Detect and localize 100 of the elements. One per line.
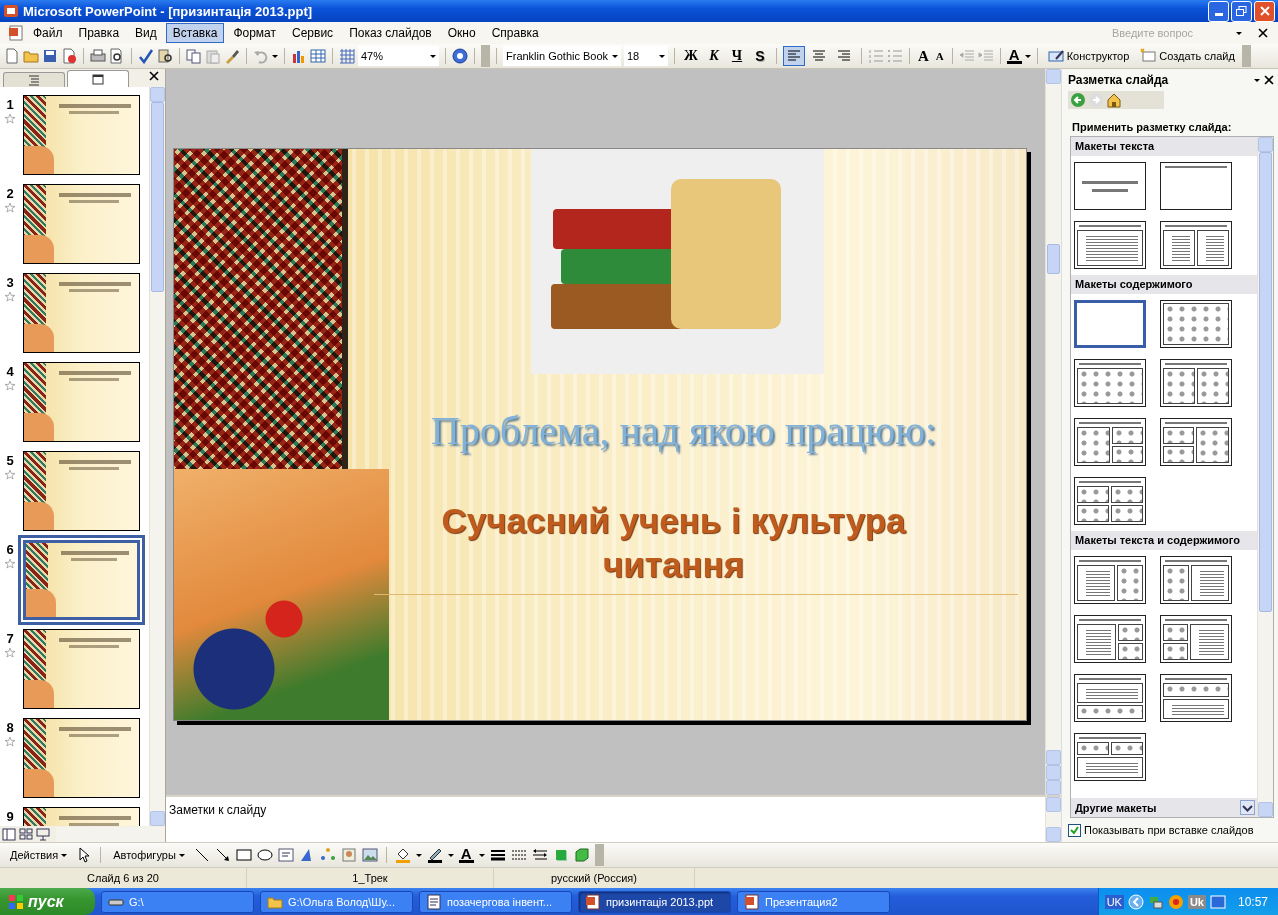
font-color-button[interactable]: A bbox=[1006, 48, 1022, 64]
slide-thumbnail[interactable] bbox=[23, 273, 140, 353]
menu-item[interactable]: Вставка bbox=[165, 23, 225, 43]
fill-color-icon[interactable] bbox=[394, 847, 411, 863]
line-style-icon[interactable] bbox=[489, 847, 506, 863]
home-icon[interactable] bbox=[1106, 92, 1122, 108]
caret-icon[interactable] bbox=[1254, 78, 1260, 82]
caret-icon[interactable] bbox=[447, 853, 454, 857]
folder-icon[interactable] bbox=[23, 48, 39, 64]
layout-thumbnail[interactable] bbox=[1074, 477, 1146, 525]
layout-thumbnail[interactable] bbox=[1160, 221, 1232, 269]
new-slide-button[interactable]: Создать слайд bbox=[1136, 46, 1239, 66]
normal-view-icon[interactable] bbox=[2, 827, 16, 841]
layout-thumbnail[interactable] bbox=[1074, 733, 1146, 781]
expand-button[interactable] bbox=[1240, 800, 1255, 815]
arrow-style-icon[interactable] bbox=[531, 847, 548, 863]
slide-thumbnail[interactable] bbox=[23, 184, 140, 264]
bold-button[interactable]: Ж bbox=[681, 46, 701, 66]
layout-thumbnail[interactable] bbox=[1160, 359, 1232, 407]
checkbox[interactable] bbox=[1068, 823, 1081, 837]
menu-item[interactable]: Окно bbox=[440, 23, 483, 43]
autoshapes-menu[interactable]: Автофигуры bbox=[109, 847, 189, 863]
font-dropdown[interactable]: Franklin Gothic Book bbox=[503, 46, 621, 66]
diagram-icon[interactable] bbox=[319, 847, 336, 863]
slide-sorter-icon[interactable] bbox=[19, 827, 33, 841]
shadow-button[interactable]: S bbox=[750, 46, 770, 66]
menu-item[interactable]: Показ слайдов bbox=[342, 23, 439, 43]
layout-thumbnail[interactable] bbox=[1160, 300, 1232, 348]
design-button[interactable]: Конструктор bbox=[1043, 46, 1134, 66]
scrollbar[interactable] bbox=[1257, 137, 1273, 817]
close-icon[interactable] bbox=[149, 71, 159, 81]
scrollbar[interactable] bbox=[1045, 69, 1061, 795]
arrow-icon[interactable] bbox=[214, 847, 231, 863]
3d-box-icon[interactable] bbox=[573, 847, 590, 863]
toolbar-handle[interactable] bbox=[481, 45, 490, 67]
taskbar-button[interactable]: позачергова інвент... bbox=[419, 890, 572, 913]
menu-item[interactable]: Формат bbox=[226, 23, 284, 43]
italic-button[interactable]: К bbox=[704, 46, 724, 66]
font-size-dropdown[interactable]: 18 bbox=[624, 46, 668, 66]
layout-thumbnail[interactable] bbox=[1074, 556, 1146, 604]
document-icon[interactable] bbox=[8, 25, 24, 41]
menu-item[interactable]: Справка bbox=[484, 23, 546, 43]
layout-thumbnail[interactable] bbox=[1074, 300, 1146, 348]
taskbar-button[interactable]: призинтація 2013.ppt bbox=[578, 890, 731, 913]
align-left-button[interactable] bbox=[783, 46, 805, 66]
layout-thumbnail[interactable] bbox=[1160, 162, 1232, 210]
caret-icon[interactable] bbox=[415, 853, 422, 857]
clip-art-icon[interactable] bbox=[340, 847, 357, 863]
menu-item[interactable]: Вид bbox=[128, 23, 164, 43]
outline-tab[interactable] bbox=[3, 72, 65, 87]
slide-thumbnail[interactable] bbox=[23, 718, 140, 798]
format-painter-icon[interactable] bbox=[224, 48, 240, 64]
scrollbar[interactable] bbox=[149, 87, 165, 826]
menu-item[interactable]: Файл bbox=[26, 23, 70, 43]
caret-icon[interactable] bbox=[1236, 31, 1242, 35]
line-icon[interactable] bbox=[193, 847, 210, 863]
underline-button[interactable]: Ч bbox=[727, 46, 747, 66]
layout-thumbnail[interactable] bbox=[1160, 615, 1232, 663]
slide-thumbnail[interactable] bbox=[23, 95, 140, 175]
layout-thumbnail[interactable] bbox=[1074, 221, 1146, 269]
oval-icon[interactable] bbox=[256, 847, 273, 863]
new-document-icon[interactable] bbox=[4, 48, 20, 64]
dash-style-icon[interactable] bbox=[510, 847, 527, 863]
shrink-font-button[interactable]: A bbox=[933, 50, 946, 62]
window-icon[interactable] bbox=[1209, 893, 1226, 910]
grow-font-button[interactable]: A bbox=[916, 47, 931, 65]
layout-thumbnail[interactable] bbox=[1160, 418, 1232, 466]
toolbar-handle[interactable] bbox=[1241, 45, 1251, 67]
close-icon[interactable] bbox=[1258, 28, 1268, 38]
save-icon[interactable] bbox=[42, 48, 58, 64]
scrollbar[interactable] bbox=[56, 826, 165, 842]
caret-icon[interactable] bbox=[478, 853, 485, 857]
help-icon[interactable] bbox=[452, 48, 468, 64]
slideshow-icon[interactable] bbox=[36, 827, 50, 841]
layout-thumbnail[interactable] bbox=[1074, 162, 1146, 210]
language-indicator[interactable]: UK bbox=[1104, 894, 1124, 909]
rectangle-icon[interactable] bbox=[235, 847, 252, 863]
font-color-button[interactable]: A bbox=[458, 847, 474, 863]
layout-thumbnail[interactable] bbox=[1074, 418, 1146, 466]
help-search-field[interactable]: Введите вопрос bbox=[1110, 26, 1234, 40]
scrollbar[interactable] bbox=[1045, 797, 1061, 842]
line-color-icon[interactable] bbox=[426, 847, 443, 863]
layout-thumbnail[interactable] bbox=[1160, 556, 1232, 604]
zoom-dropdown[interactable]: 47% bbox=[358, 46, 439, 66]
chart-icon[interactable] bbox=[291, 48, 307, 64]
menu-item[interactable]: Сервис bbox=[285, 23, 341, 43]
slides-tab[interactable] bbox=[67, 70, 129, 87]
layout-thumbnail[interactable] bbox=[1074, 674, 1146, 722]
menu-item[interactable]: Правка bbox=[71, 23, 127, 43]
copy-icon[interactable] bbox=[186, 48, 202, 64]
start-button[interactable]: пуск bbox=[0, 888, 95, 915]
back-icon[interactable] bbox=[1070, 92, 1086, 108]
printer-icon[interactable] bbox=[90, 48, 106, 64]
close-button[interactable] bbox=[1254, 0, 1275, 22]
caret-icon[interactable] bbox=[272, 54, 278, 58]
layout-thumbnail[interactable] bbox=[1160, 674, 1232, 722]
slide-thumbnail[interactable] bbox=[23, 629, 140, 709]
research-icon[interactable] bbox=[157, 48, 173, 64]
spelling-icon[interactable] bbox=[138, 48, 154, 64]
close-icon[interactable] bbox=[1264, 75, 1274, 85]
